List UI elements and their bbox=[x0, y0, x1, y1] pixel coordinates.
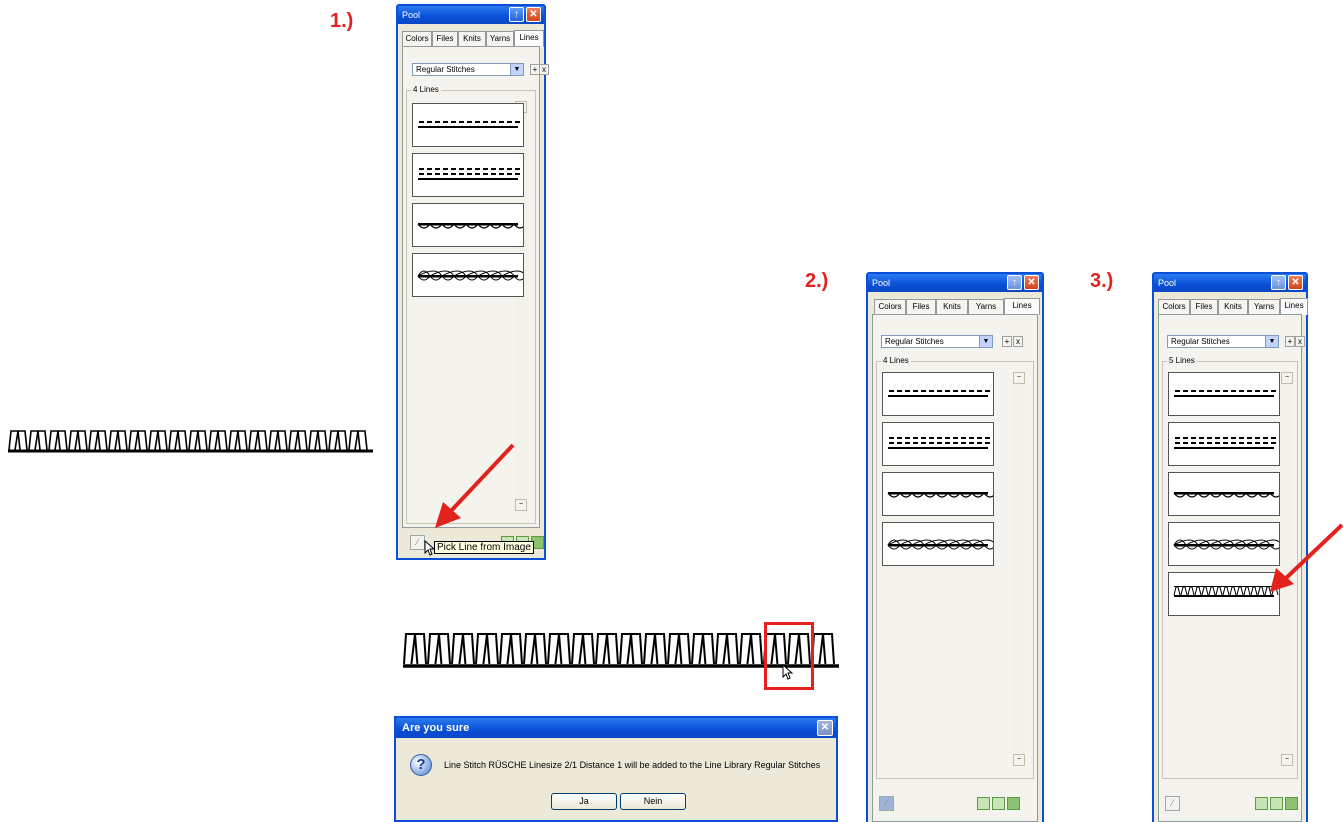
view-medium-icon[interactable] bbox=[1270, 797, 1283, 810]
pool-titlebar[interactable]: Pool ↑ ✕ bbox=[1154, 274, 1306, 292]
step-2-label: 2.) bbox=[805, 270, 829, 292]
add-library-button[interactable]: + bbox=[1002, 336, 1012, 347]
line-item-double-dashed[interactable] bbox=[412, 153, 524, 197]
chevron-down-icon[interactable]: ▼ bbox=[979, 336, 992, 347]
view-small-icon[interactable] bbox=[1255, 797, 1268, 810]
pick-line-button[interactable]: ⁄ bbox=[879, 796, 894, 811]
step-3-label: 3.) bbox=[1090, 270, 1114, 292]
pin-icon[interactable]: ↑ bbox=[1007, 275, 1022, 290]
tab-knits[interactable]: Knits bbox=[1218, 299, 1248, 314]
tab-files[interactable]: Files bbox=[1190, 299, 1218, 314]
view-medium-icon[interactable] bbox=[992, 797, 1005, 810]
no-button[interactable]: Nein bbox=[620, 793, 686, 810]
lines-count-label: 4 Lines bbox=[411, 85, 441, 94]
mouse-cursor-icon bbox=[782, 664, 794, 680]
close-icon[interactable]: ✕ bbox=[1024, 275, 1039, 290]
confirm-dialog: Are you sure ✕ ? Line Stitch RÜSCHE Line… bbox=[394, 716, 838, 822]
tab-yarns[interactable]: Yarns bbox=[486, 31, 514, 46]
library-select-value: Regular Stitches bbox=[1171, 337, 1230, 346]
tab-colors[interactable]: Colors bbox=[1158, 299, 1190, 314]
line-item-dashed[interactable] bbox=[412, 103, 524, 147]
remove-library-button[interactable]: x bbox=[539, 64, 549, 75]
tab-knits[interactable]: Knits bbox=[458, 31, 486, 46]
pick-line-button[interactable]: ⁄ bbox=[410, 535, 425, 550]
tab-files[interactable]: Files bbox=[906, 299, 936, 314]
dialog-title: Are you sure bbox=[402, 722, 470, 734]
lines-count-label: 4 Lines bbox=[881, 356, 911, 365]
line-item-wavy[interactable] bbox=[1168, 472, 1283, 516]
pool-tabs: Colors Files Knits Yarns Lines bbox=[872, 298, 1040, 315]
tab-files[interactable]: Files bbox=[432, 31, 458, 46]
line-item-scalloped[interactable] bbox=[412, 253, 527, 297]
line-item-wavy[interactable] bbox=[412, 203, 527, 247]
line-item-double-dashed[interactable] bbox=[882, 422, 994, 466]
scroll-up-icon[interactable]: − bbox=[1281, 372, 1293, 384]
scroll-down-icon[interactable]: − bbox=[1013, 754, 1025, 766]
pool-title: Pool bbox=[872, 278, 891, 288]
question-icon: ? bbox=[410, 754, 432, 776]
tab-yarns[interactable]: Yarns bbox=[968, 299, 1004, 314]
view-large-icon[interactable] bbox=[1007, 797, 1020, 810]
remove-library-button[interactable]: x bbox=[1295, 336, 1305, 347]
lines-group: 4 Lines − − bbox=[876, 356, 1034, 779]
line-item-double-dashed[interactable] bbox=[1168, 422, 1280, 466]
tab-lines[interactable]: Lines bbox=[1004, 298, 1040, 315]
library-select[interactable]: Regular Stitches ▼ bbox=[881, 335, 993, 348]
tab-colors[interactable]: Colors bbox=[402, 31, 432, 46]
close-icon[interactable]: ✕ bbox=[1288, 275, 1303, 290]
view-large-icon[interactable] bbox=[1285, 797, 1298, 810]
pin-icon[interactable]: ↑ bbox=[509, 7, 524, 22]
tab-lines[interactable]: Lines bbox=[514, 30, 544, 47]
pick-line-button[interactable]: ⁄ bbox=[1165, 796, 1180, 811]
scrollbar[interactable]: − − bbox=[1013, 372, 1025, 766]
line-item-wavy[interactable] bbox=[882, 472, 997, 516]
step-1-label: 1.) bbox=[330, 10, 354, 32]
tooltip-pick-line: Pick Line from Image bbox=[434, 541, 534, 554]
line-item-scalloped[interactable] bbox=[882, 522, 997, 566]
chevron-down-icon[interactable]: ▼ bbox=[1265, 336, 1278, 347]
scroll-down-icon[interactable]: − bbox=[1281, 754, 1293, 766]
library-select-value: Regular Stitches bbox=[885, 337, 944, 346]
tab-colors[interactable]: Colors bbox=[874, 299, 906, 314]
scroll-up-icon[interactable]: − bbox=[1013, 372, 1025, 384]
yes-button[interactable]: Ja bbox=[551, 793, 617, 810]
dialog-titlebar[interactable]: Are you sure ✕ bbox=[396, 718, 836, 738]
view-small-icon[interactable] bbox=[977, 797, 990, 810]
lines-panel: Regular Stitches ▼ + x 4 Lines − − ⁄ bbox=[872, 314, 1038, 822]
pool-titlebar[interactable]: Pool ↑ ✕ bbox=[868, 274, 1042, 292]
stitch-image-left bbox=[8, 430, 373, 453]
add-library-button[interactable]: + bbox=[1285, 336, 1295, 347]
chevron-down-icon[interactable]: ▼ bbox=[510, 64, 523, 75]
pool-window-2: Pool ↑ ✕ Colors Files Knits Yarns Lines … bbox=[866, 272, 1044, 822]
library-select[interactable]: Regular Stitches ▼ bbox=[1167, 335, 1279, 348]
close-icon[interactable]: ✕ bbox=[526, 7, 541, 22]
remove-library-button[interactable]: x bbox=[1013, 336, 1023, 347]
library-select-value: Regular Stitches bbox=[416, 65, 475, 74]
close-icon[interactable]: ✕ bbox=[817, 720, 833, 736]
tab-yarns[interactable]: Yarns bbox=[1248, 299, 1280, 314]
line-item-dashed[interactable] bbox=[882, 372, 994, 416]
library-select[interactable]: Regular Stitches ▼ bbox=[412, 63, 524, 76]
pool-tabs: Colors Files Knits Yarns Lines bbox=[402, 30, 544, 47]
dialog-message: Line Stitch RÜSCHE Linesize 2/1 Distance… bbox=[444, 760, 821, 770]
pool-title: Pool bbox=[1158, 278, 1177, 288]
red-arrow-1 bbox=[435, 443, 515, 528]
pool-titlebar[interactable]: Pool ↑ ✕ bbox=[398, 6, 544, 24]
pin-icon[interactable]: ↑ bbox=[1271, 275, 1286, 290]
lines-count-label: 5 Lines bbox=[1167, 356, 1197, 365]
tab-lines[interactable]: Lines bbox=[1280, 298, 1308, 315]
pool-title: Pool bbox=[402, 10, 421, 20]
pool-tabs: Colors Files Knits Yarns Lines bbox=[1158, 298, 1308, 315]
mouse-cursor-icon bbox=[424, 540, 436, 556]
tab-knits[interactable]: Knits bbox=[936, 299, 968, 314]
red-arrow-3 bbox=[1270, 523, 1343, 592]
line-item-dashed[interactable] bbox=[1168, 372, 1280, 416]
